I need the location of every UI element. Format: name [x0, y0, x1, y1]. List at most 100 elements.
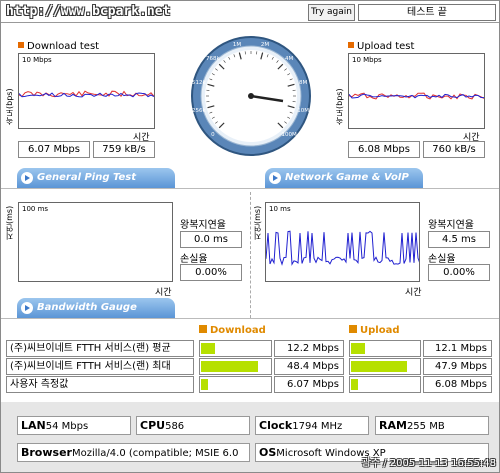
gauge-tick-label: 0 [211, 132, 215, 138]
ping-loss-label: 손실율 [180, 254, 208, 265]
gauge-download-bar [199, 358, 272, 375]
download-kbs-value: 759 kB/s [93, 141, 155, 158]
tab-label: General Ping Test [37, 172, 137, 183]
cpu-info: CPU586 [136, 416, 250, 435]
gauge-row-name: (주)씨브이네트 FTTH 서비스(랜) 평균 [6, 340, 194, 357]
ping-rtt-value: 0.0 ms [180, 231, 242, 248]
lan-info: LAN54 Mbps [17, 416, 131, 435]
gauge-upload-bar [349, 358, 421, 375]
gauge-row-name: (주)씨브이네트 FTTH 서비스(랜) 최대 [6, 358, 194, 375]
gauge-download-value: 6.07 Mbps [274, 376, 344, 393]
legend-swatch-icon [349, 325, 357, 333]
gauge-download-value: 12.2 Mbps [274, 340, 344, 357]
center-divider [250, 192, 251, 318]
lan-value: 54 Mbps [45, 421, 89, 432]
gauge-tick-label: 8M [299, 80, 307, 86]
gauge-upload-bar-fill [351, 343, 365, 354]
gauge-tick-label: 1M [233, 42, 241, 48]
game-plot-svg [266, 230, 419, 266]
browser-value: Mozilla/4.0 (compatible; MSIE 6.0 [71, 448, 239, 459]
gauge-upload-value: 6.08 Mbps [423, 376, 492, 393]
gauge-tick-label: 256k [192, 108, 206, 114]
lan-key: LAN [21, 419, 46, 432]
game-rtt-label: 왕복지연율 [428, 220, 474, 231]
footer-timestamp: 광주 / 2005-11-13 16:55:48 [361, 458, 496, 469]
cpu-value: 586 [165, 421, 185, 432]
game-latency-plot: 10 ms [265, 202, 420, 282]
gauge-tick-label: 768k [206, 56, 220, 62]
os-key: OS [259, 446, 277, 459]
download-plot-svg [19, 90, 154, 98]
bullet-icon [348, 42, 354, 48]
upload-kbs-value: 760 kB/s [423, 141, 485, 158]
game-latency-series [266, 230, 419, 266]
gauge-tick-label: 4M [285, 56, 293, 62]
upload-plot-svg [349, 92, 484, 100]
ram-key: RAM [379, 419, 407, 432]
ping-x-axis-label: 시간 [155, 288, 172, 298]
ping-scale-label: 100 ms [22, 205, 49, 213]
legend-swatch-icon [199, 325, 207, 333]
game-loss-value: 0.00% [428, 264, 490, 281]
arrow-icon [21, 172, 33, 184]
ram-value: 255 MB [406, 421, 445, 432]
gauge-download-bar [199, 340, 272, 357]
bullet-icon [18, 42, 24, 48]
gauge-upload-bar-fill [351, 361, 407, 372]
tab-label: Bandwidth Gauge [37, 302, 137, 313]
clock-key: Clock [259, 419, 293, 432]
gauge-tick-label: 10M [297, 108, 309, 114]
game-loss-label: 손실율 [428, 254, 456, 265]
ping-y-axis-label: 지연(ms) [5, 205, 14, 240]
arrow-icon [269, 172, 281, 184]
browser-key: Browser [21, 446, 72, 459]
gauge-download-bar-fill [201, 379, 208, 390]
gauge-download-bar [199, 376, 272, 393]
upload-mbps-value: 6.08 Mbps [348, 141, 420, 158]
ping-plot: 100 ms [18, 202, 173, 282]
ping-loss-value: 0.00% [180, 264, 242, 281]
tab-bandwidth-gauge[interactable]: Bandwidth Gauge [17, 298, 175, 318]
download-y-axis-label: 속도(bps) [5, 88, 14, 125]
gauge-upload-bar [349, 340, 421, 357]
upload-plot: 10 Mbps [348, 53, 485, 129]
ping-rtt-label: 왕복지연율 [180, 220, 226, 231]
game-rtt-value: 4.5 ms [428, 231, 490, 248]
browser-info: BrowserMozilla/4.0 (compatible; MSIE 6.0 [17, 443, 250, 462]
gauge-upload-value: 12.1 Mbps [423, 340, 492, 357]
gauge-tick-label: 2M [261, 42, 269, 48]
speedometer-gauge: 0 256k 512k 768k 1M 2M 4M 8M 10M 100M [191, 36, 311, 156]
tab-network-game-voip-test[interactable]: Network Game & VoIP Test [265, 168, 423, 203]
gauge-download-legend: Download [199, 325, 266, 336]
gauge-download-value: 48.4 Mbps [274, 358, 344, 375]
divider [1, 318, 499, 319]
gauge-tick-label: 100M [282, 132, 297, 138]
download-plot: 10 Mbps [18, 53, 155, 129]
site-url-logo: http://www.bcpark.net [6, 4, 171, 19]
upload-title-text: Upload test [357, 41, 415, 52]
download-test-title: Download test [18, 41, 99, 52]
clock-info: Clock1794 MHz [255, 416, 369, 435]
divider [1, 188, 499, 189]
arrow-icon [21, 302, 33, 314]
test-status-field: 테스트 끝 [358, 4, 496, 21]
upload-series-red [349, 92, 484, 100]
gauge-upload-bar [349, 376, 421, 393]
tab-general-ping-test[interactable]: General Ping Test [17, 168, 175, 188]
game-y-axis-label: 지연(ms) [253, 205, 262, 240]
gauge-tick-label: 512k [192, 80, 206, 86]
gauge-row-name: 사용자 측정값 [6, 376, 194, 393]
try-again-button[interactable]: Try again [308, 4, 355, 21]
game-x-axis-label: 시간 [405, 288, 422, 298]
header-bar: http://www.bcpark.net Try again 테스트 끝 [1, 1, 499, 23]
upload-test-title: Upload test [348, 41, 414, 52]
download-title-text: Download test [27, 41, 100, 52]
legend-text: Upload [360, 325, 400, 336]
gauge-upload-bar-fill [351, 379, 358, 390]
legend-text: Download [210, 325, 266, 336]
gauge-download-bar-fill [201, 361, 258, 372]
download-mbps-value: 6.07 Mbps [18, 141, 90, 158]
ram-info: RAM255 MB [375, 416, 489, 435]
cpu-key: CPU [140, 419, 166, 432]
gauge-upload-legend: Upload [349, 325, 399, 336]
